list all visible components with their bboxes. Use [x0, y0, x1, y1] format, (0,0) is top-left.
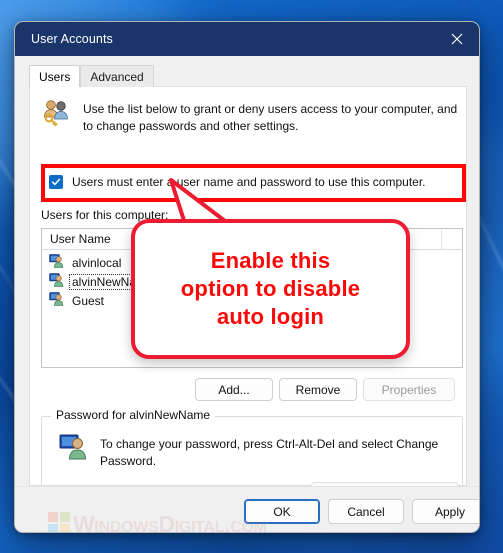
column-header-user-name[interactable]: User Name [42, 229, 244, 249]
user-accounts-dialog: User Accounts Users Advanced Use the lis… [14, 21, 480, 533]
user-monitor-icon [59, 434, 87, 465]
tab-users-label: Users [39, 69, 71, 84]
ok-button-label: OK [273, 504, 291, 519]
users-list-label: Users for this computer: [41, 208, 169, 222]
column-header-spacer [442, 229, 462, 249]
properties-button: Properties [363, 378, 455, 401]
add-user-button-label: Add... [218, 382, 250, 397]
users-list[interactable]: User Name Group alvinlocal alvinNewName … [41, 228, 463, 368]
password-group-body: To change your password, press Ctrl-Alt-… [59, 434, 449, 470]
window-title: User Accounts [31, 32, 113, 46]
remove-user-button[interactable]: Remove [279, 378, 357, 401]
apply-button-label: Apply [434, 504, 466, 519]
tab-advanced[interactable]: Advanced [80, 65, 154, 87]
table-row[interactable]: Guest [42, 291, 462, 310]
add-user-button[interactable]: Add... [195, 378, 273, 401]
dialog-footer: OK Cancel Apply [15, 486, 479, 532]
remove-user-button-label: Remove [295, 382, 341, 397]
list-column-headers: User Name Group [42, 229, 462, 250]
table-row[interactable]: alvinNewName [42, 272, 462, 291]
cancel-button-label: Cancel [347, 504, 385, 519]
user-icon [49, 292, 64, 309]
apply-button[interactable]: Apply [412, 499, 479, 524]
column-header-group-label: Group [252, 232, 286, 246]
column-header-group[interactable]: Group [244, 229, 442, 249]
tab-users[interactable]: Users [29, 65, 81, 87]
password-group-title: Password for alvinNewName [51, 408, 216, 422]
require-password-checkbox-row[interactable]: Users must enter a user name and passwor… [41, 168, 461, 196]
user-icon [49, 273, 64, 290]
user-name-cell: Guest [72, 293, 105, 308]
dialog-client-area: Users Advanced Use the list below to gra… [15, 56, 479, 532]
user-icon [49, 254, 64, 271]
users-key-icon [41, 98, 71, 131]
cancel-button[interactable]: Cancel [328, 499, 404, 524]
tab-advanced-label: Advanced [90, 69, 144, 84]
require-password-checkbox-label: Users must enter a user name and passwor… [72, 175, 426, 189]
checkmark-icon[interactable] [49, 175, 63, 189]
user-name-cell: alvinlocal [72, 255, 122, 270]
tab-strip: Users Advanced [29, 65, 154, 87]
column-header-user-name-label: User Name [50, 232, 111, 246]
user-name-cell: alvinNewName [69, 273, 156, 290]
close-icon[interactable] [435, 22, 479, 56]
password-instructions: To change your password, press Ctrl-Alt-… [100, 437, 439, 469]
title-bar: User Accounts [15, 22, 479, 56]
header-description: Use the list below to grant or deny user… [83, 102, 458, 134]
header-info: Use the list below to grant or deny user… [41, 98, 461, 135]
ok-button[interactable]: OK [244, 499, 320, 524]
properties-button-label: Properties [381, 382, 437, 397]
table-row[interactable]: alvinlocal [42, 253, 462, 272]
